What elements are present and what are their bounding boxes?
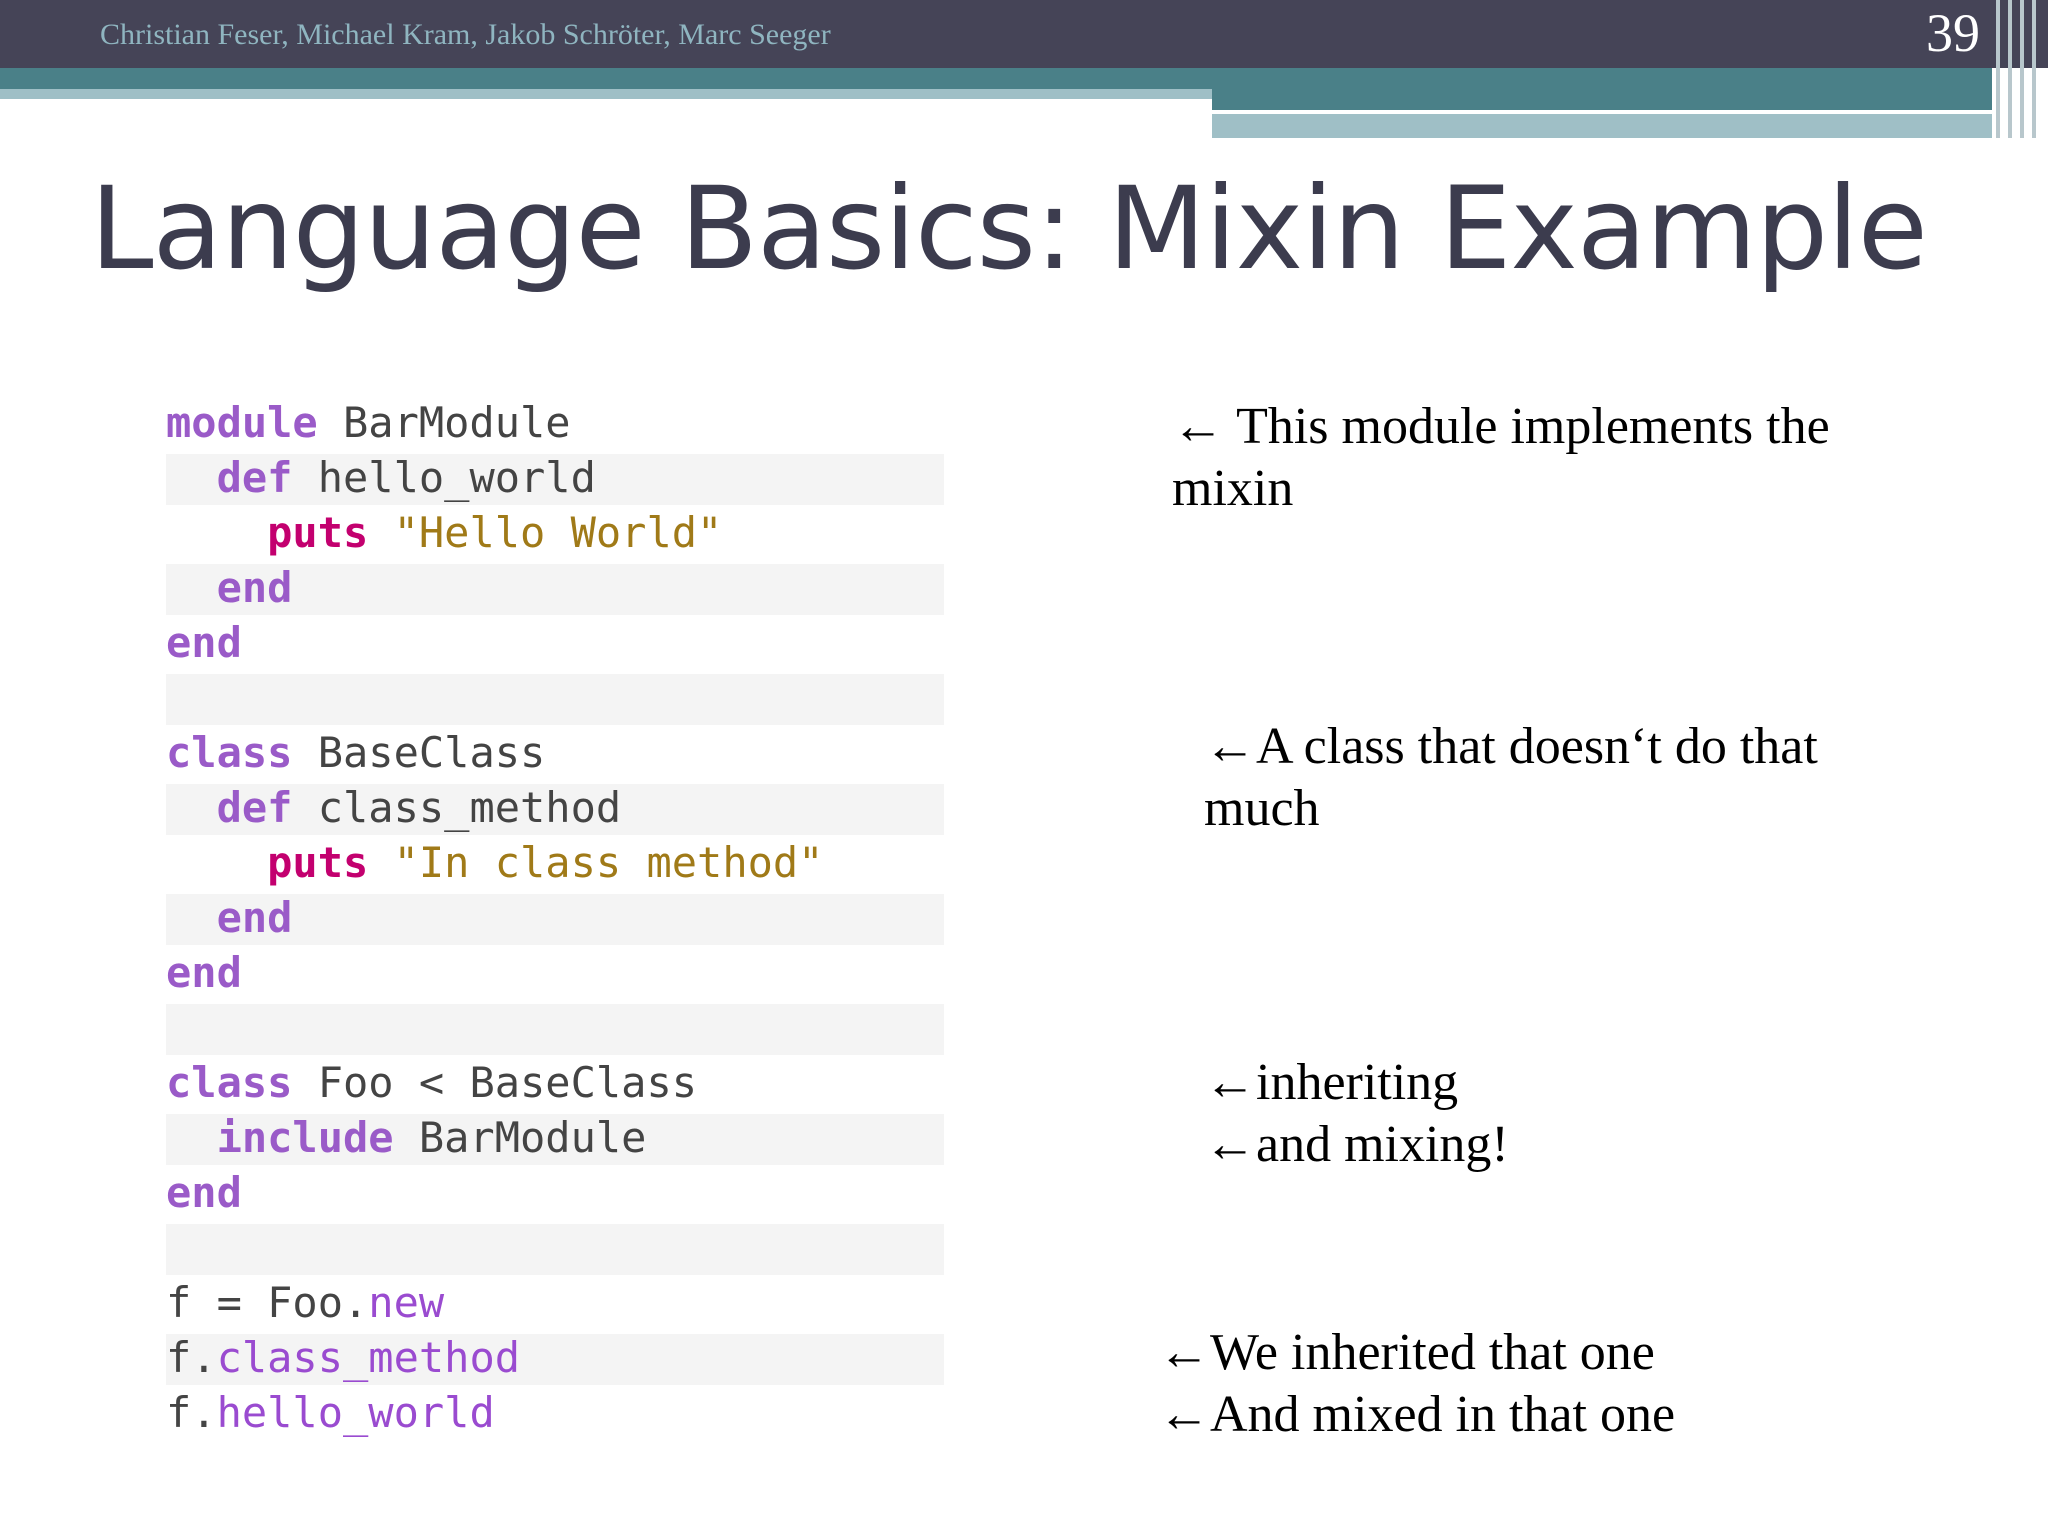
- annotation-text: inheriting: [1256, 1054, 1459, 1111]
- code-line: [166, 672, 946, 727]
- left-arrow-icon: ←: [1172, 398, 1224, 455]
- code-token: include: [166, 1113, 394, 1162]
- code-line: class BaseClass: [166, 727, 946, 782]
- code-token: class: [166, 728, 293, 777]
- code-line: module BarModule: [166, 397, 946, 452]
- code-block: module BarModule def hello_world puts "H…: [166, 397, 946, 1442]
- code-token: end: [166, 618, 242, 667]
- code-line: [166, 1002, 946, 1057]
- code-token: BaseClass: [292, 728, 546, 777]
- authors-text: Christian Feser, Michael Kram, Jakob Sch…: [100, 18, 831, 51]
- slide-title: Language Basics: Mixin Example: [90, 162, 1928, 295]
- left-arrow-icon: ←: [1158, 1324, 1210, 1381]
- code-line: end: [166, 892, 946, 947]
- header-stripe-right-light: [1212, 114, 1992, 138]
- code-token: Foo < BaseClass: [292, 1058, 698, 1107]
- code-token: end: [166, 563, 293, 612]
- annotation-calls: ←We inherited that one ←And mixed in tha…: [1158, 1322, 1675, 1446]
- code-token: new: [368, 1278, 445, 1327]
- code-token: f.: [166, 1388, 217, 1437]
- header-stripe-right: [1212, 68, 1992, 110]
- code-line: f = Foo.new: [166, 1277, 946, 1332]
- code-token: f = Foo.: [166, 1278, 369, 1327]
- code-token: end: [166, 1168, 242, 1217]
- annotation-text: And mixed in that one: [1210, 1386, 1676, 1443]
- code-token: puts: [166, 838, 369, 887]
- left-arrow-icon: ←: [1204, 1116, 1256, 1173]
- code-line: puts "Hello World": [166, 507, 946, 562]
- annotation-text: We inherited that one: [1210, 1324, 1655, 1381]
- annotation-text: and mixing!: [1256, 1116, 1509, 1173]
- code-line: end: [166, 947, 946, 1002]
- code-line: end: [166, 617, 946, 672]
- code-token: f.: [166, 1333, 217, 1382]
- annotation-text: mixin: [1172, 460, 1294, 517]
- code-line: end: [166, 562, 946, 617]
- decor-bar: [2032, 0, 2036, 138]
- code-line: def class_method: [166, 782, 946, 837]
- code-token: end: [166, 948, 242, 997]
- code-token: BarModule: [317, 398, 571, 447]
- code-line: [166, 1222, 946, 1277]
- annotation-text: A class that doesn‘t do that: [1256, 718, 1818, 775]
- code-token: puts: [166, 508, 369, 557]
- code-line: f.hello_world: [166, 1387, 946, 1442]
- page-number: 39: [1926, 3, 1980, 63]
- left-arrow-icon: ←: [1204, 1054, 1256, 1111]
- code-token: BarModule: [393, 1113, 647, 1162]
- annotation-inherit: ←inheriting ←and mixing!: [1204, 1052, 1509, 1176]
- code-token: class: [166, 1058, 293, 1107]
- code-line: end: [166, 1167, 946, 1222]
- annotation-text: This module implements the: [1236, 398, 1830, 455]
- annotation-module: ← This module implements the mixin: [1172, 396, 1830, 520]
- decor-bar: [2008, 0, 2012, 138]
- header-stripe-light: [0, 89, 1212, 99]
- annotation-text: much: [1204, 780, 1320, 837]
- code-token: hello_world: [292, 453, 596, 502]
- code-token: class_method: [292, 783, 622, 832]
- code-line: class Foo < BaseClass: [166, 1057, 946, 1112]
- code-line: include BarModule: [166, 1112, 946, 1167]
- code-line: f.class_method: [166, 1332, 946, 1387]
- left-arrow-icon: ←: [1204, 718, 1256, 775]
- code-token: hello_world: [216, 1388, 495, 1437]
- code-token: def: [166, 783, 293, 832]
- code-token: module: [166, 398, 318, 447]
- header-stripe: [0, 68, 1212, 89]
- annotation-class: ←A class that doesn‘t do that much: [1204, 716, 1818, 840]
- code-token: def: [166, 453, 293, 502]
- code-token: "Hello World": [393, 508, 723, 557]
- code-line: def hello_world: [166, 452, 946, 507]
- code-token: class_method: [216, 1333, 521, 1382]
- decor-bar: [2020, 0, 2024, 138]
- code-token: end: [166, 893, 293, 942]
- decor-bar: [1996, 0, 2000, 138]
- code-line: puts "In class method": [166, 837, 946, 892]
- left-arrow-icon: ←: [1158, 1386, 1210, 1443]
- code-token: "In class method": [393, 838, 824, 887]
